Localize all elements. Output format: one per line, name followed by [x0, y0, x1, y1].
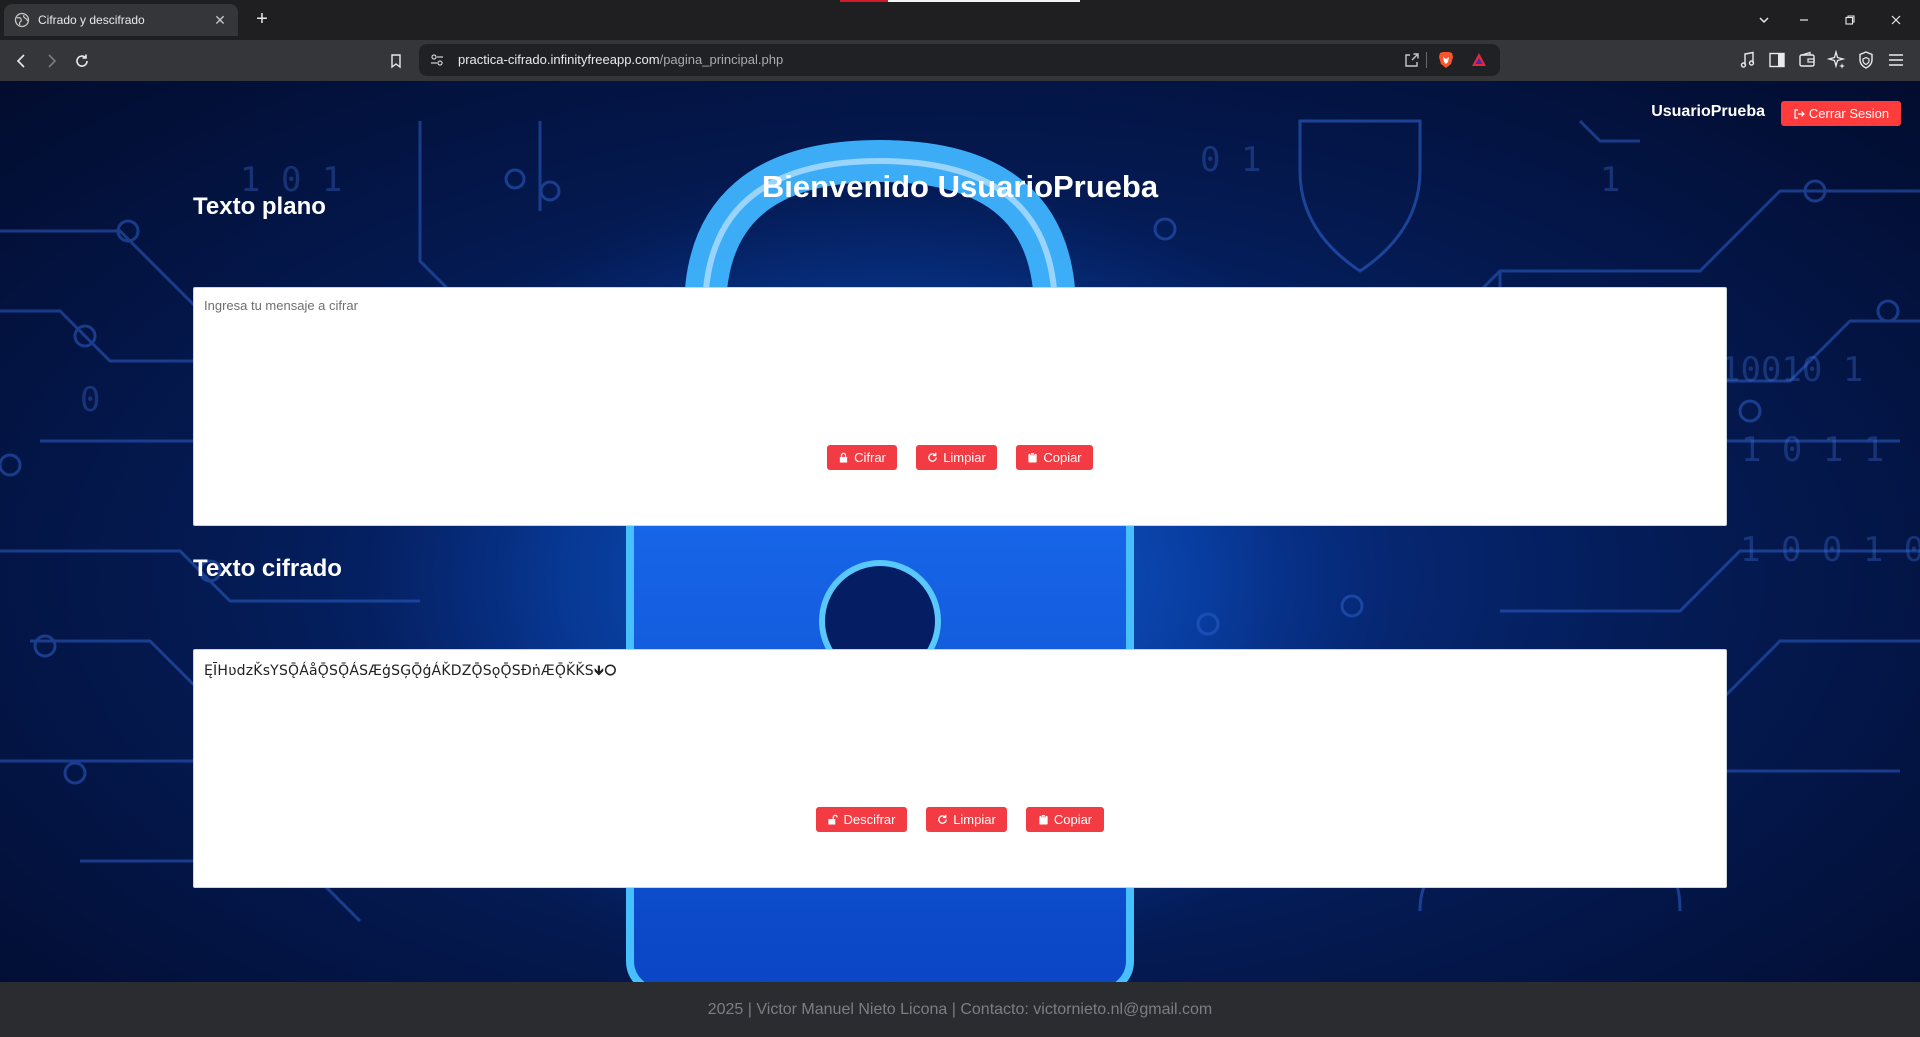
unlock-icon	[828, 814, 839, 825]
wallet-icon[interactable]	[1797, 50, 1817, 70]
plain-text-title: Texto plano	[193, 193, 326, 220]
reload-icon	[76, 54, 88, 67]
clear-plain-button[interactable]: Limpiar	[916, 445, 997, 470]
brave-rewards-icon[interactable]	[1470, 51, 1488, 69]
cipher-text-output[interactable]	[193, 649, 1727, 888]
cipher-text-title: Texto cifrado	[193, 555, 342, 582]
plain-text-input[interactable]	[193, 287, 1727, 526]
url-path: /pagina_principal.php	[659, 52, 784, 67]
bookmark-icon	[391, 54, 401, 69]
browser-tab[interactable]: Cifrado y descifrado ✕	[4, 4, 238, 36]
clear-cipher-button[interactable]: Limpiar	[926, 807, 1007, 832]
svg-text:10010 1: 10010 1	[1720, 350, 1863, 390]
clear-cipher-label: Limpiar	[953, 812, 996, 827]
clipboard-icon	[1028, 452, 1037, 463]
share-icon[interactable]	[1403, 51, 1421, 69]
encrypt-button[interactable]: Cifrar	[827, 445, 897, 470]
address-bar-divider	[1426, 52, 1427, 68]
loading-strip	[840, 0, 1080, 2]
footer-text: 2025 | Victor Manuel Nieto Licona | Cont…	[707, 1000, 1213, 1018]
username-label: UsuarioPrueba	[1651, 103, 1765, 120]
refresh-icon	[938, 814, 947, 824]
copy-plain-label: Copiar	[1043, 450, 1082, 465]
menu-hamburger-icon[interactable]	[1886, 50, 1906, 70]
tab-title: Cifrado y descifrado	[38, 13, 145, 27]
globe-icon	[14, 12, 30, 28]
site-settings-icon[interactable]	[429, 52, 445, 68]
url-text: practica-cifrado.infinityfreeapp.com/pag…	[458, 52, 783, 67]
copy-cipher-label: Copiar	[1053, 812, 1093, 827]
svg-text:1 0 0 1 0: 1 0 0 1 0	[1740, 530, 1920, 570]
lock-icon	[839, 452, 848, 463]
forward-button[interactable]	[38, 48, 64, 74]
encrypt-label: Cifrar	[854, 450, 886, 465]
leo-ai-icon[interactable]	[1827, 50, 1847, 70]
logout-button[interactable]: Cerrar Sesion	[1781, 101, 1901, 126]
decrypt-label: Descifrar	[843, 812, 896, 827]
back-button[interactable]	[9, 48, 35, 74]
new-tab-button[interactable]: +	[250, 8, 274, 32]
clipboard-icon	[1039, 814, 1048, 825]
page-content: 0 1 1 0 10010 1 0 1 0 1 1 1 0 0 1 0 1 0 …	[0, 81, 1920, 982]
svg-text:0 1 0 1 1: 0 1 0 1 1	[1700, 430, 1884, 470]
back-arrow-icon	[16, 54, 25, 68]
browser-tab-bar: Cifrado y descifrado ✕ +	[0, 0, 1920, 40]
address-bar[interactable]: practica-cifrado.infinityfreeapp.com/pag…	[419, 44, 1500, 76]
clear-plain-label: Limpiar	[943, 450, 986, 465]
logout-label: Cerrar Sesion	[1808, 106, 1890, 121]
media-music-icon[interactable]	[1738, 50, 1758, 70]
browser-toolbar: practica-cifrado.infinityfreeapp.com/pag…	[0, 40, 1920, 81]
reload-button[interactable]	[69, 48, 95, 74]
restore-button[interactable]	[1827, 0, 1873, 40]
decrypt-button[interactable]: Descifrar	[816, 807, 907, 832]
forward-arrow-icon	[48, 54, 57, 68]
close-tab-icon[interactable]: ✕	[212, 12, 228, 29]
url-host: practica-cifrado.infinityfreeapp.com	[458, 52, 660, 67]
copy-cipher-button[interactable]: Copiar	[1026, 807, 1104, 832]
brave-shields-icon[interactable]	[1436, 50, 1456, 70]
logout-icon	[1794, 108, 1805, 119]
sidebar-toggle-icon[interactable]	[1767, 50, 1787, 70]
minimize-button[interactable]	[1781, 0, 1827, 40]
close-window-button[interactable]	[1873, 0, 1919, 40]
refresh-icon	[928, 452, 937, 462]
copy-plain-button[interactable]: Copiar	[1016, 445, 1093, 470]
page-footer: 2025 | Victor Manuel Nieto Licona | Cont…	[0, 982, 1920, 1037]
vpn-shield-icon[interactable]	[1856, 50, 1876, 70]
svg-text:0: 0	[80, 380, 100, 420]
bookmark-button[interactable]	[383, 48, 409, 74]
